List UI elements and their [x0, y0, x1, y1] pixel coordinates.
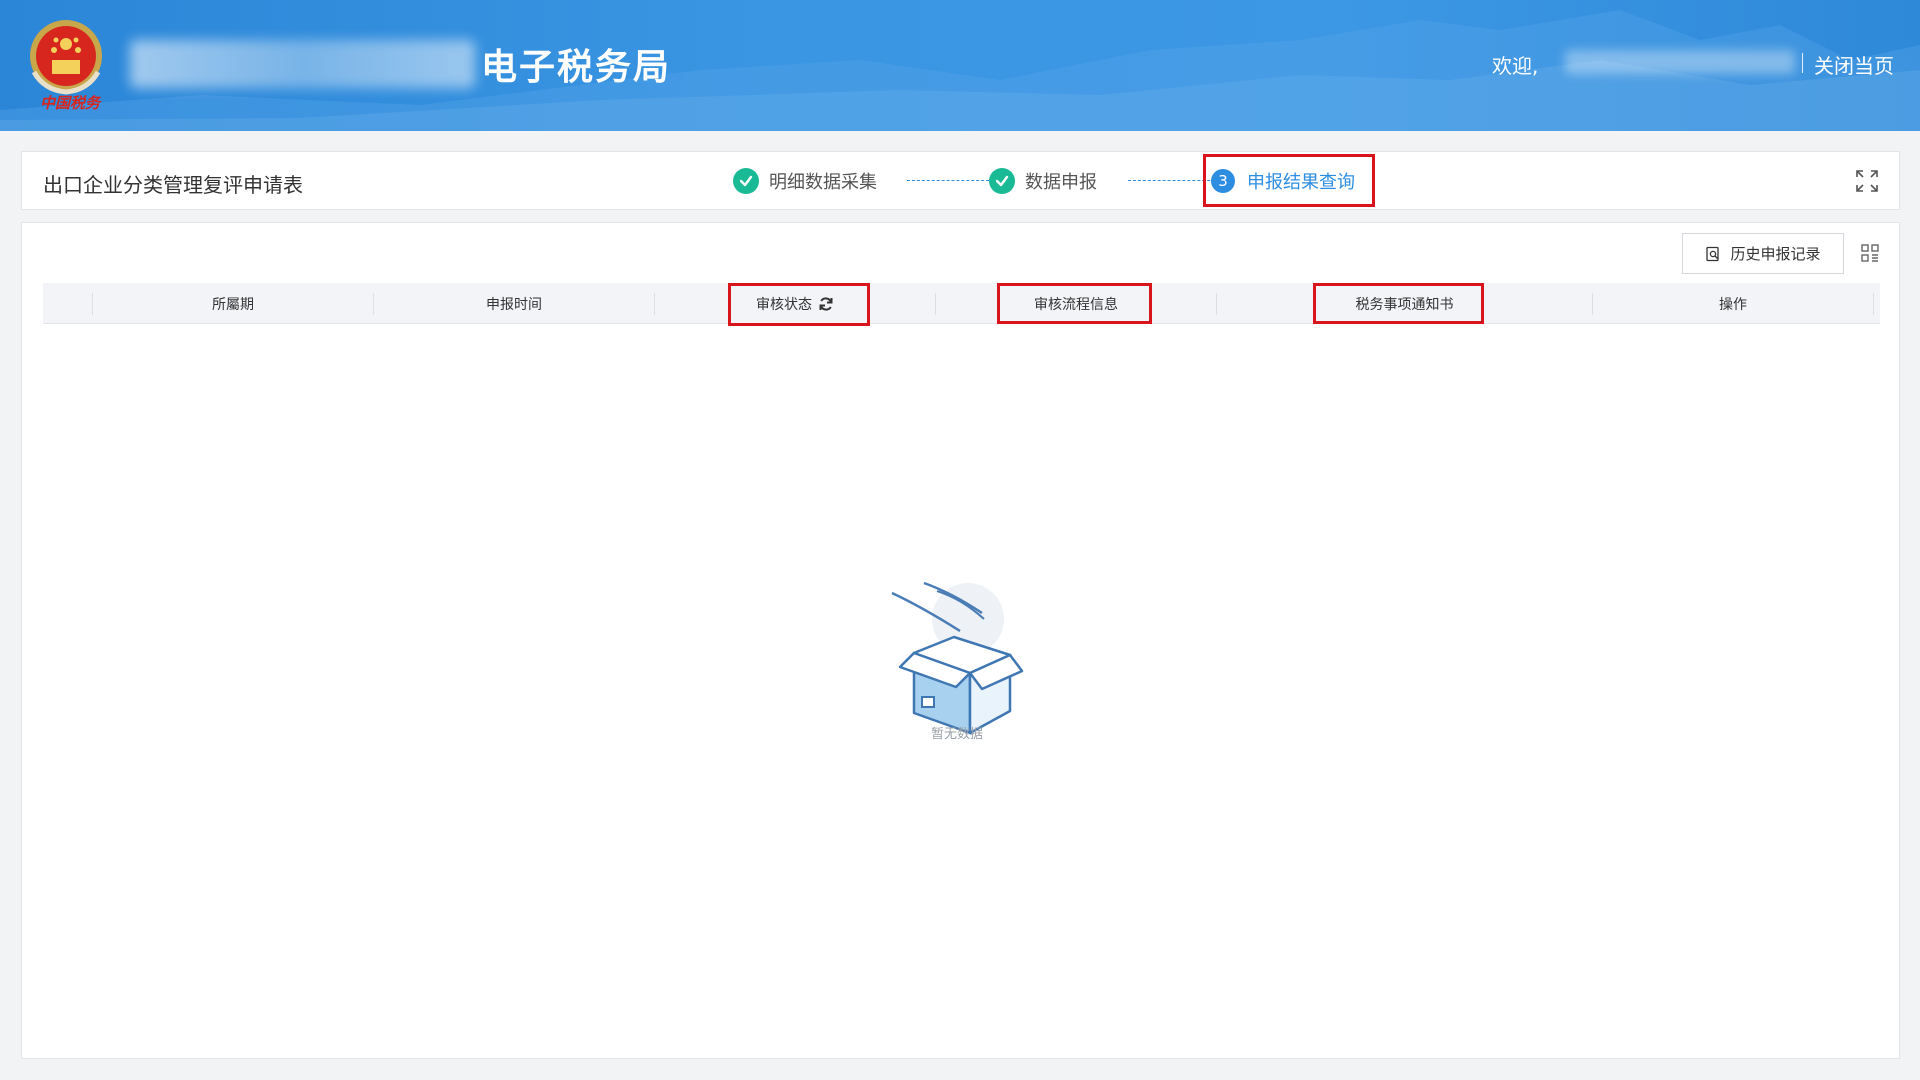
results-panel: 历史申报记录 所屬期 申报时间 审核状态 审核流程信息 税务事项通知书 操作 暂… — [21, 222, 1900, 1059]
highlight-box-tax-notice — [1313, 283, 1484, 324]
column-separator — [1873, 293, 1874, 315]
welcome-label: 欢迎, — [1492, 54, 1539, 78]
form-title: 出口企业分类管理复评申请表 — [43, 173, 303, 197]
step-label: 数据申报 — [1025, 172, 1097, 193]
check-circle-icon — [733, 168, 759, 194]
redacted-username — [1565, 50, 1795, 74]
column-settings-icon[interactable] — [1860, 243, 1880, 263]
highlight-box-step3 — [1203, 154, 1375, 207]
history-records-button[interactable]: 历史申报记录 — [1682, 233, 1844, 274]
history-records-label: 历史申报记录 — [1730, 245, 1821, 263]
redacted-region-name — [130, 40, 475, 88]
check-circle-icon — [989, 168, 1015, 194]
site-title-text: 电子税务局 — [481, 47, 672, 88]
highlight-box-review-process — [997, 283, 1152, 324]
step-label: 明细数据采集 — [769, 172, 877, 193]
step-bar: 出口企业分类管理复评申请表 明细数据采集 数据申报 3 申报结果查询 — [21, 151, 1900, 210]
table-header: 所屬期 申报时间 审核状态 审核流程信息 税务事项通知书 操作 — [43, 283, 1880, 324]
header-divider — [1802, 53, 1803, 73]
column-header-declaration-time: 申报时间 — [486, 296, 542, 313]
app-header: 中国税务 电子税务局 欢迎, 关闭当页 — [0, 0, 1920, 131]
highlight-box-review-status — [728, 283, 870, 326]
site-title: 电子税务局 — [130, 36, 671, 92]
close-page-link[interactable]: 关闭当页 — [1814, 50, 1894, 79]
column-header-operation: 操作 — [1719, 296, 1747, 313]
document-search-icon — [1706, 246, 1720, 261]
step-data-declaration[interactable]: 数据申报 — [989, 166, 1097, 196]
column-header-period: 所屬期 — [212, 296, 254, 313]
step-detail-collection[interactable]: 明细数据采集 — [733, 166, 877, 196]
emblem-text: 中国税务 — [39, 94, 100, 112]
empty-state-text: 暂无数据 — [930, 727, 983, 742]
fullscreen-icon[interactable] — [1854, 168, 1880, 194]
step-arrow — [907, 176, 1005, 184]
